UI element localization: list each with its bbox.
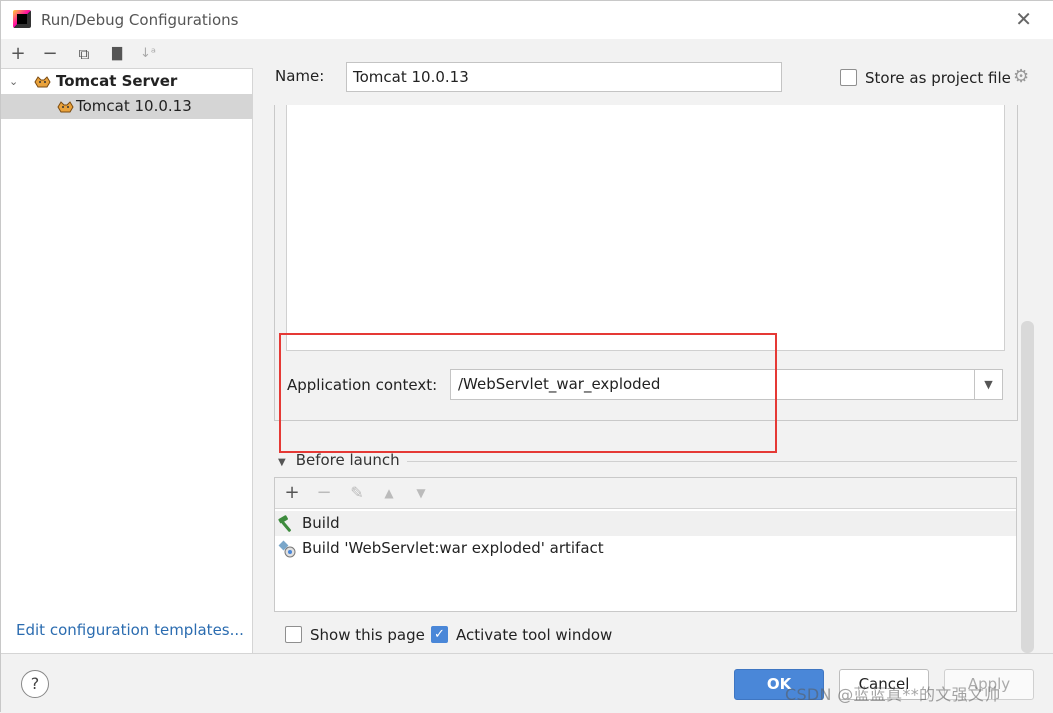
- chevron-down-icon[interactable]: ⌄: [9, 69, 18, 94]
- tree-item-label: Tomcat 10.0.13: [76, 97, 192, 115]
- before-launch-header[interactable]: ▼ Before launch: [278, 451, 400, 469]
- activate-tool-window-checkbox[interactable]: ✓: [431, 626, 448, 643]
- configuration-tree: ⌄ Tomcat Server Tomcat 10.0.13: [1, 69, 253, 119]
- add-configuration-button[interactable]: +: [7, 43, 29, 65]
- close-icon[interactable]: ✕: [1015, 9, 1032, 29]
- edit-task-icon[interactable]: ✎: [346, 482, 368, 504]
- artifact-icon: [278, 540, 296, 558]
- vertical-scrollbar[interactable]: [1021, 321, 1034, 653]
- sort-icon[interactable]: ↓ᵃ: [137, 43, 159, 65]
- remove-configuration-button[interactable]: −: [39, 43, 61, 65]
- tree-group-label: Tomcat Server: [56, 72, 178, 90]
- move-up-icon[interactable]: ▲: [378, 482, 400, 504]
- window-title: Run/Debug Configurations: [41, 11, 239, 29]
- add-task-button[interactable]: +: [281, 482, 303, 504]
- tree-group-tomcat-server[interactable]: ⌄ Tomcat Server: [1, 69, 253, 94]
- activate-tool-window-label: Activate tool window: [456, 626, 613, 644]
- move-down-icon[interactable]: ▼: [410, 482, 432, 504]
- edit-configuration-templates-link[interactable]: Edit configuration templates...: [16, 621, 244, 639]
- remove-task-button[interactable]: −: [313, 482, 335, 504]
- store-as-project-file-label: Store as project file: [865, 69, 1011, 87]
- name-input[interactable]: Tomcat 10.0.13: [346, 62, 782, 92]
- application-context-value[interactable]: /WebServlet_war_exploded: [458, 375, 660, 393]
- collapse-triangle-icon[interactable]: ▼: [278, 457, 286, 468]
- intellij-app-icon: [13, 10, 31, 28]
- before-launch-item-build[interactable]: Build: [275, 511, 1016, 536]
- csdn-watermark: CSDN @蓝蓝真**的文强文帅: [785, 685, 1001, 704]
- gear-icon[interactable]: ⚙: [1013, 68, 1029, 86]
- configuration-editor: Name: Tomcat 10.0.13 Store as project fi…: [254, 39, 1053, 653]
- tree-item-tomcat-10[interactable]: Tomcat 10.0.13: [1, 94, 253, 119]
- configurations-sidebar: + − ⧉ ▇ ↓ᵃ ⌄ Tomcat Server Tomcat 10.0.1: [1, 39, 253, 653]
- before-launch-divider: [407, 461, 1017, 462]
- before-launch-toolbar: + − ✎ ▲ ▼: [275, 478, 1016, 509]
- copy-configuration-icon[interactable]: ⧉: [73, 43, 95, 65]
- deployment-panel: Application context: /WebServlet_war_exp…: [274, 105, 1018, 421]
- sidebar-toolbar: + − ⧉ ▇ ↓ᵃ: [1, 39, 253, 69]
- show-this-page-checkbox[interactable]: [285, 626, 302, 643]
- store-as-project-file-checkbox[interactable]: [840, 69, 857, 86]
- before-launch-item-label: Build: [302, 514, 340, 532]
- title-bar: Run/Debug Configurations ✕: [1, 1, 1053, 39]
- tomcat-icon: [57, 101, 74, 113]
- name-label: Name:: [275, 67, 325, 85]
- before-launch-item-artifact[interactable]: Build 'WebServlet:war exploded' artifact: [275, 536, 1016, 561]
- new-folder-icon[interactable]: ▇: [106, 43, 128, 65]
- before-launch-panel: + − ✎ ▲ ▼ Build Build 'WebServlet:war ex…: [274, 477, 1017, 612]
- show-this-page-label: Show this page: [310, 626, 425, 644]
- dropdown-arrow-icon[interactable]: ▼: [974, 370, 1002, 399]
- application-context-label: Application context:: [287, 376, 438, 394]
- help-button[interactable]: ?: [21, 670, 49, 698]
- application-context-combobox[interactable]: /WebServlet_war_exploded ▼: [450, 369, 1003, 400]
- deployment-list: [286, 105, 1005, 351]
- tomcat-icon: [34, 76, 51, 88]
- hammer-icon: [278, 515, 291, 532]
- run-debug-dialog: Run/Debug Configurations ✕ + − ⧉ ▇ ↓ᵃ ⌄ …: [0, 0, 1053, 713]
- before-launch-item-label: Build 'WebServlet:war exploded' artifact: [302, 539, 604, 557]
- before-launch-title: Before launch: [295, 451, 400, 469]
